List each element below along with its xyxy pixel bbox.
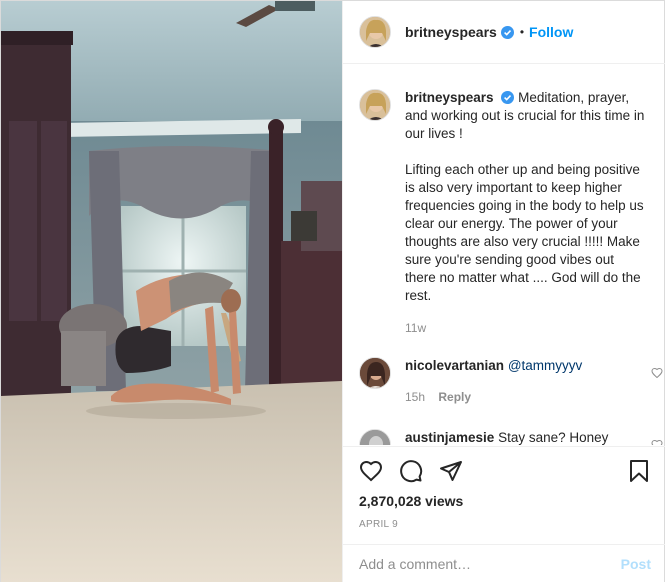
- comment-icon[interactable]: [399, 459, 423, 483]
- comment-meta: 15h Reply: [405, 388, 625, 406]
- comment-avatar[interactable]: [359, 357, 391, 389]
- view-count[interactable]: 2,870,028 views: [359, 493, 463, 509]
- caption-paragraph-1: britneyspears Meditation, prayer, and wo…: [405, 89, 645, 143]
- caption-text: britneyspears Meditation, prayer, and wo…: [405, 89, 645, 337]
- comment-username[interactable]: austinjamesie: [405, 430, 494, 445]
- comment-age[interactable]: 15h: [405, 390, 425, 404]
- comment-username[interactable]: nicolevartanian: [405, 358, 504, 373]
- post-actions: 2,870,028 views APRIL 9: [343, 446, 665, 538]
- post-date[interactable]: APRIL 9: [359, 519, 398, 530]
- comment-avatar[interactable]: [359, 429, 391, 445]
- avatar-image: [360, 17, 390, 47]
- header-username[interactable]: britneyspears: [405, 24, 497, 40]
- comment-item: nicolevartanian @tammyyyv 15h Reply: [359, 357, 663, 406]
- caption-age[interactable]: 11w: [405, 319, 645, 337]
- comment-text: Stay sane? Honey: [498, 430, 609, 445]
- post-comment-button[interactable]: Post: [621, 556, 651, 572]
- post-header: britneyspears • Follow: [343, 1, 665, 64]
- caption-avatar[interactable]: [359, 89, 391, 121]
- video-frame-illustration: [1, 1, 342, 582]
- bookmark-icon[interactable]: [627, 459, 651, 483]
- comments-list[interactable]: britneyspears Meditation, prayer, and wo…: [343, 65, 665, 445]
- action-icons: [359, 459, 479, 483]
- comment-avatar-image: [360, 358, 390, 388]
- comment-like-heart-icon[interactable]: [651, 367, 663, 379]
- verified-badge-icon: [500, 25, 514, 39]
- caption-username[interactable]: britneyspears: [405, 90, 494, 105]
- comment-body: austinjamesie Stay sane? Honey: [405, 429, 625, 445]
- heart-icon[interactable]: [359, 459, 383, 483]
- comment-mention[interactable]: @tammyyyv: [508, 358, 582, 373]
- avatar[interactable]: [359, 16, 391, 48]
- add-comment-bar: Post: [343, 544, 665, 582]
- caption-paragraph-2: Lifting each other up and being positive…: [405, 162, 644, 303]
- reply-button[interactable]: Reply: [438, 390, 471, 404]
- header-separator: •: [519, 25, 525, 39]
- comment-avatar-image: [360, 430, 390, 445]
- comment-body: nicolevartanian @tammyyyv 15h Reply: [405, 357, 625, 406]
- caption-verified-badge-icon: [501, 91, 515, 104]
- post-caption: britneyspears Meditation, prayer, and wo…: [359, 89, 659, 337]
- instagram-post: britneyspears • Follow britneyspears Med…: [0, 0, 665, 582]
- follow-button[interactable]: Follow: [529, 24, 573, 40]
- comment-item: austinjamesie Stay sane? Honey: [359, 429, 663, 445]
- comment-like-heart-icon[interactable]: [651, 439, 663, 445]
- post-video[interactable]: [1, 1, 342, 582]
- post-sidebar: britneyspears • Follow britneyspears Med…: [342, 1, 665, 582]
- comment-input[interactable]: [359, 556, 621, 572]
- caption-avatar-image: [360, 90, 390, 120]
- share-icon[interactable]: [439, 459, 463, 483]
